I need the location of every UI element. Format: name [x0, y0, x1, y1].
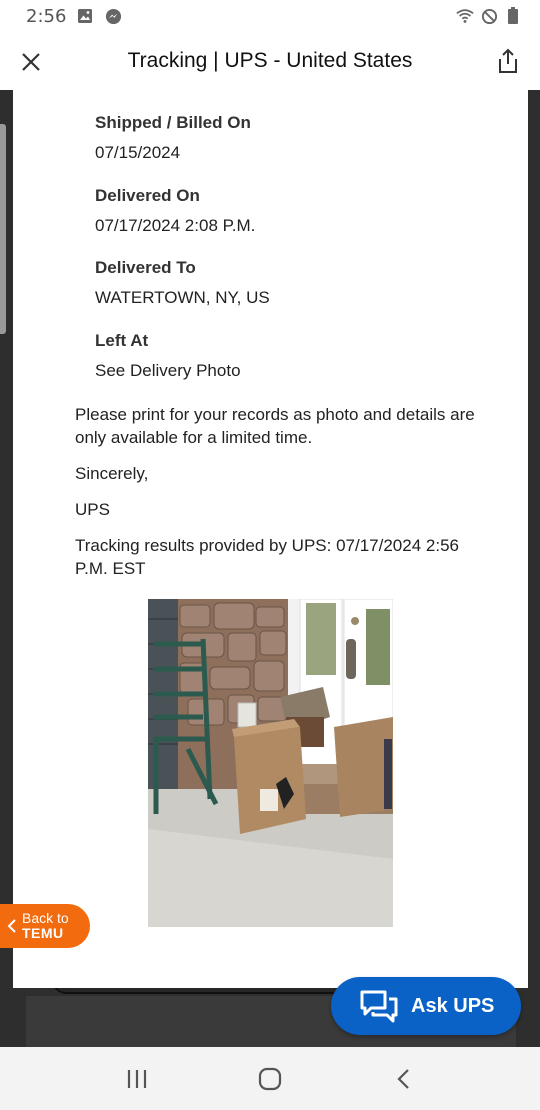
- system-nav-bar: [0, 1047, 540, 1110]
- ask-ups-label: Ask UPS: [411, 994, 495, 1017]
- detail-delivered-on: Delivered On 07/17/2024 2:08 P.M.: [95, 186, 255, 236]
- detail-label: Delivered To: [95, 258, 196, 277]
- page-title: Tracking | UPS - United States: [127, 49, 413, 72]
- image-icon: [76, 7, 94, 25]
- recent-apps-icon: [127, 1069, 146, 1088]
- status-time: 2:56: [26, 5, 67, 27]
- share-icon: [499, 48, 517, 73]
- print-notice: Please print for your records as photo a…: [75, 405, 475, 447]
- ask-ups-button[interactable]: Ask UPS: [331, 977, 521, 1035]
- detail-shipped: Shipped / Billed On 07/15/2024: [95, 113, 251, 163]
- detail-value: 07/15/2024: [95, 143, 181, 162]
- detail-left-at: Left At See Delivery Photo: [95, 331, 241, 381]
- temu-label: TEMU: [22, 925, 64, 941]
- detail-delivered-to: Delivered To WATERTOWN, NY, US: [95, 258, 270, 308]
- back-to-label: Back to: [22, 910, 69, 926]
- back-to-temu-button[interactable]: Back to TEMU: [0, 904, 90, 948]
- back-button[interactable]: [383, 1059, 423, 1099]
- share-button[interactable]: [494, 46, 522, 76]
- do-not-disturb-icon: [480, 7, 498, 25]
- detail-label: Delivered On: [95, 186, 200, 205]
- home-button[interactable]: [250, 1059, 290, 1099]
- detail-label: Left At: [95, 331, 149, 350]
- chevron-left-icon: [7, 919, 16, 933]
- chat-bubbles-icon: [360, 990, 398, 1023]
- detail-value: See Delivery Photo: [95, 361, 241, 380]
- close-icon: [22, 53, 40, 71]
- tracking-results-text: Tracking results provided by UPS: 07/17/…: [75, 536, 459, 578]
- battery-icon: [504, 7, 522, 25]
- closing-text: Sincerely,: [75, 464, 149, 483]
- home-icon: [258, 1067, 282, 1090]
- scroll-indicator: [0, 124, 6, 334]
- back-icon: [397, 1068, 410, 1089]
- detail-label: Shipped / Billed On: [95, 113, 251, 132]
- delivery-photo[interactable]: [148, 599, 393, 927]
- recent-apps-button[interactable]: [117, 1059, 157, 1099]
- messenger-icon: [104, 7, 122, 25]
- wifi-icon: [456, 7, 474, 25]
- tracking-card: Shipped / Billed On 07/15/2024 Delivered…: [13, 90, 528, 988]
- detail-value: WATERTOWN, NY, US: [95, 288, 270, 307]
- status-bar: 2:56: [0, 0, 540, 32]
- detail-value: 07/17/2024 2:08 P.M.: [95, 216, 256, 235]
- app-bar: Tracking | UPS - United States: [0, 32, 540, 90]
- signature-text: UPS: [75, 500, 110, 519]
- close-button[interactable]: [16, 47, 46, 77]
